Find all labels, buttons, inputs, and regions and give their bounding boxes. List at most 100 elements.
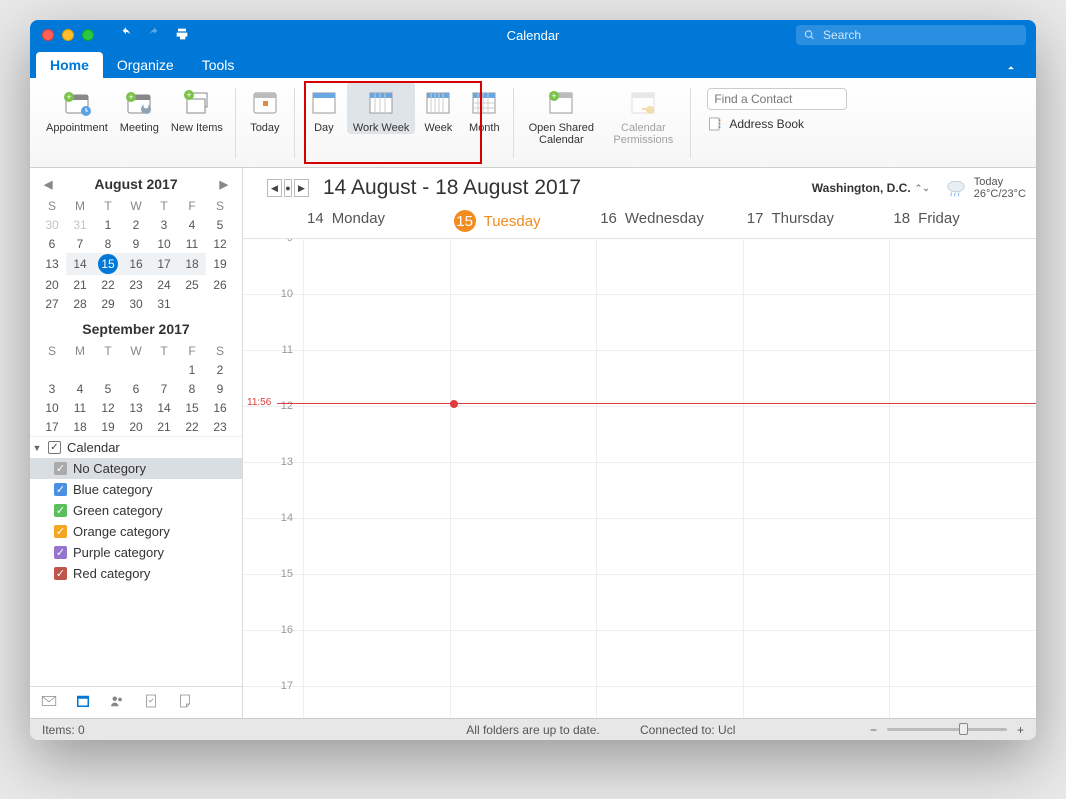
next-range-button[interactable]: ▶ xyxy=(294,179,309,197)
mini-day[interactable]: 26 xyxy=(206,275,234,294)
mini-day[interactable]: 15 xyxy=(94,253,122,275)
time-slot[interactable] xyxy=(303,687,450,718)
mini-day[interactable]: 31 xyxy=(150,294,178,313)
mini-day[interactable]: 5 xyxy=(94,379,122,398)
mini-day[interactable]: 15 xyxy=(178,398,206,417)
mini-day[interactable]: 7 xyxy=(66,234,94,253)
mini-day[interactable]: 12 xyxy=(94,398,122,417)
month-view-button[interactable]: Month xyxy=(461,82,507,134)
mini-day[interactable]: 20 xyxy=(122,417,150,436)
time-slot[interactable] xyxy=(743,239,890,294)
mini-day[interactable]: 27 xyxy=(38,294,66,313)
calendar-view-button[interactable] xyxy=(74,692,92,713)
time-slot[interactable] xyxy=(743,687,890,718)
time-slot[interactable] xyxy=(889,519,1036,574)
find-contact-input[interactable] xyxy=(707,88,847,110)
calendar-tree-root[interactable]: ▼ ✓ Calendar xyxy=(30,437,242,458)
zoom-window-button[interactable] xyxy=(82,29,94,41)
open-shared-calendar-button[interactable]: + Open Shared Calendar xyxy=(520,82,602,146)
collapse-ribbon-button[interactable] xyxy=(1004,61,1018,78)
mini-day[interactable]: 21 xyxy=(66,275,94,294)
mini-day[interactable]: 17 xyxy=(38,417,66,436)
mini-day[interactable]: 8 xyxy=(94,234,122,253)
mini-day[interactable]: 22 xyxy=(94,275,122,294)
time-slot[interactable] xyxy=(596,631,743,686)
time-slot[interactable] xyxy=(450,463,597,518)
mini-day[interactable]: 19 xyxy=(206,253,234,275)
time-slot[interactable] xyxy=(303,519,450,574)
mini-day[interactable]: 18 xyxy=(66,417,94,436)
meeting-button[interactable]: + Meeting xyxy=(114,82,165,134)
category-item[interactable]: ✓Orange category xyxy=(30,521,242,542)
time-slot[interactable] xyxy=(596,239,743,294)
mini-day[interactable]: 23 xyxy=(122,275,150,294)
time-slot[interactable] xyxy=(450,407,597,462)
time-slot[interactable] xyxy=(743,631,890,686)
mini-day[interactable]: 16 xyxy=(206,398,234,417)
mini-day[interactable]: 21 xyxy=(150,417,178,436)
mini-day[interactable]: 5 xyxy=(206,215,234,234)
time-slot[interactable] xyxy=(889,295,1036,350)
mini-day[interactable]: 28 xyxy=(66,294,94,313)
mini-day[interactable]: 22 xyxy=(178,417,206,436)
mini-day[interactable]: 14 xyxy=(150,398,178,417)
notes-view-button[interactable] xyxy=(176,692,194,713)
category-color-checkbox[interactable]: ✓ xyxy=(54,525,67,538)
mini-day[interactable]: 10 xyxy=(150,234,178,253)
tab-home[interactable]: Home xyxy=(36,52,103,78)
day-header[interactable]: 15Tuesday xyxy=(450,204,597,238)
chevron-down-icon[interactable]: ▼ xyxy=(32,443,42,453)
mini-day[interactable] xyxy=(38,360,66,379)
tasks-view-button[interactable] xyxy=(142,692,160,713)
mini-day[interactable]: 2 xyxy=(206,360,234,379)
zoom-in-button[interactable]: + xyxy=(1017,723,1024,737)
time-slot[interactable] xyxy=(889,631,1036,686)
mini-day[interactable]: 9 xyxy=(122,234,150,253)
time-slot[interactable] xyxy=(303,407,450,462)
zoom-slider[interactable]: − + xyxy=(870,723,1024,737)
mini-day[interactable]: 16 xyxy=(122,253,150,275)
day-header[interactable]: 14Monday xyxy=(303,204,450,238)
tab-tools[interactable]: Tools xyxy=(188,52,249,78)
time-slot[interactable] xyxy=(596,575,743,630)
mini-day[interactable] xyxy=(122,360,150,379)
category-item[interactable]: ✓No Category xyxy=(30,458,242,479)
mini-day[interactable]: 12 xyxy=(206,234,234,253)
mini-day[interactable] xyxy=(66,360,94,379)
time-slot[interactable] xyxy=(889,407,1036,462)
mini-day[interactable]: 11 xyxy=(66,398,94,417)
category-color-checkbox[interactable]: ✓ xyxy=(54,483,67,496)
category-color-checkbox[interactable]: ✓ xyxy=(54,546,67,559)
time-slot[interactable] xyxy=(743,351,890,406)
time-slot[interactable] xyxy=(450,631,597,686)
mini-day[interactable]: 18 xyxy=(178,253,206,275)
tab-organize[interactable]: Organize xyxy=(103,52,188,78)
time-slot[interactable] xyxy=(743,575,890,630)
mini-day[interactable]: 30 xyxy=(122,294,150,313)
category-item[interactable]: ✓Red category xyxy=(30,563,242,584)
time-slot[interactable] xyxy=(450,575,597,630)
category-color-checkbox[interactable]: ✓ xyxy=(54,567,67,580)
day-header[interactable]: 18Friday xyxy=(889,204,1036,238)
mini-day[interactable]: 19 xyxy=(94,417,122,436)
time-slot[interactable] xyxy=(596,519,743,574)
category-color-checkbox[interactable]: ✓ xyxy=(54,504,67,517)
mini-day[interactable]: 14 xyxy=(66,253,94,275)
mini-day[interactable]: 17 xyxy=(150,253,178,275)
search-field[interactable] xyxy=(796,25,1026,45)
time-slot[interactable] xyxy=(303,295,450,350)
people-view-button[interactable] xyxy=(108,692,126,713)
mini-day[interactable]: 7 xyxy=(150,379,178,398)
mini-day[interactable]: 4 xyxy=(178,215,206,234)
mini-day[interactable]: 8 xyxy=(178,379,206,398)
category-item[interactable]: ✓Blue category xyxy=(30,479,242,500)
time-slot[interactable] xyxy=(743,407,890,462)
address-book-button[interactable]: Address Book xyxy=(707,116,847,132)
time-slot[interactable] xyxy=(303,631,450,686)
time-slot[interactable] xyxy=(596,687,743,718)
time-slot[interactable] xyxy=(450,295,597,350)
prev-range-button[interactable]: ◀ xyxy=(267,179,282,197)
work-week-view-button[interactable]: Work Week xyxy=(347,82,415,134)
time-slot[interactable] xyxy=(450,239,597,294)
mini-day[interactable]: 29 xyxy=(94,294,122,313)
